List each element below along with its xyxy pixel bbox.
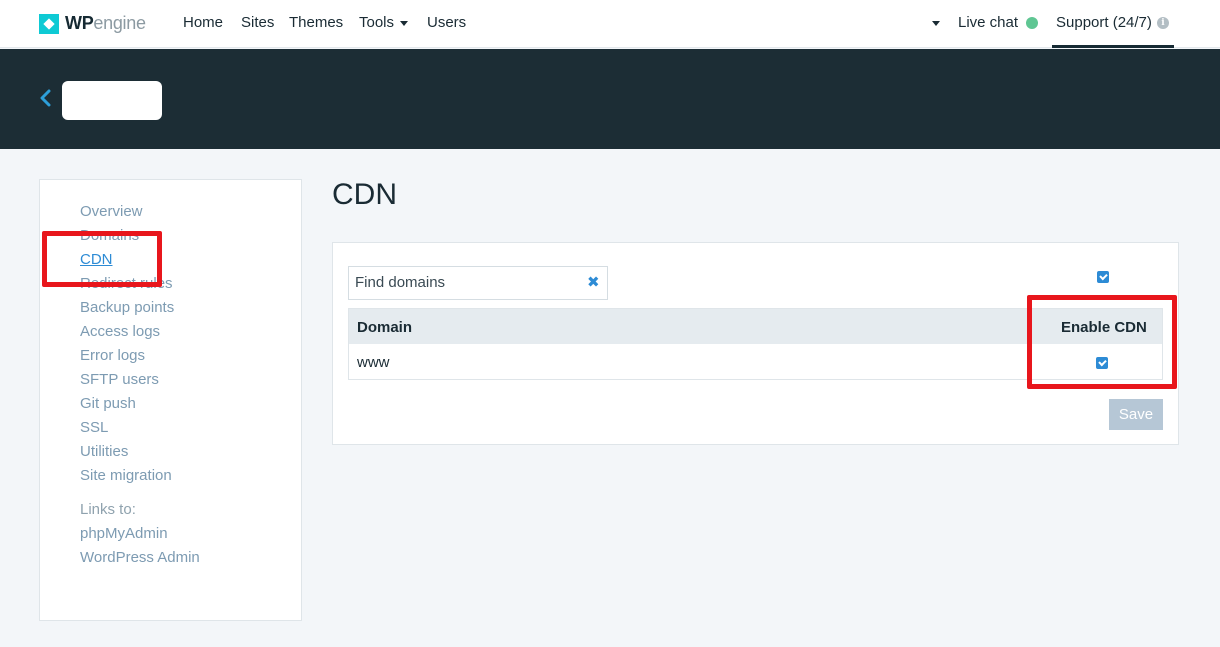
select-all-checkbox[interactable] <box>1097 271 1109 283</box>
nav-users[interactable]: Users <box>427 14 466 31</box>
nav-themes[interactable]: Themes <box>289 14 343 31</box>
sidebar-item-sftp-users[interactable]: SFTP users <box>80 371 159 388</box>
enable-cdn-highlight-box <box>1027 295 1177 389</box>
sidebar-item-backup-points[interactable]: Backup points <box>80 299 174 316</box>
search-input[interactable] <box>355 274 575 291</box>
account-dropdown-caret-icon[interactable] <box>932 21 940 26</box>
sidebar-item-access-logs[interactable]: Access logs <box>80 323 160 340</box>
logo-text: WPengine <box>65 13 146 33</box>
caret-down-icon <box>400 20 409 26</box>
page-title: CDN <box>332 178 397 211</box>
support-link[interactable]: Support (24/7) <box>1056 14 1152 31</box>
live-chat-link[interactable]: Live chat <box>958 14 1018 31</box>
active-nav-underline <box>1052 45 1174 48</box>
chevron-left-icon[interactable] <box>38 89 52 107</box>
column-header-domain: Domain <box>357 319 413 336</box>
site-name-redaction <box>62 81 162 120</box>
save-button[interactable]: Save <box>1109 399 1163 430</box>
close-icon[interactable]: ✖ <box>587 275 600 291</box>
nav-tools[interactable]: Tools <box>359 14 409 31</box>
site-header <box>0 49 1220 149</box>
wpengine-logo[interactable]: WPengine <box>39 13 146 34</box>
sidebar-link-wordpress-admin[interactable]: WordPress Admin <box>80 549 200 566</box>
nav-tools-label: Tools <box>359 14 395 31</box>
sidebar-item-git-push[interactable]: Git push <box>80 395 136 412</box>
links-to-label: Links to: <box>80 501 136 518</box>
logo-mark-icon <box>39 13 59 34</box>
sidebar-link-phpmyadmin[interactable]: phpMyAdmin <box>80 525 168 542</box>
sidebar-item-site-migration[interactable]: Site migration <box>80 467 172 484</box>
info-icon[interactable]: i <box>1157 17 1169 29</box>
nav-sites[interactable]: Sites <box>241 14 274 31</box>
sidebar-item-utilities[interactable]: Utilities <box>80 443 128 460</box>
domain-cell: www <box>357 354 390 371</box>
sidebar-item-error-logs[interactable]: Error logs <box>80 347 145 364</box>
sidebar-item-ssl[interactable]: SSL <box>80 419 108 436</box>
cdn-highlight-box <box>42 231 162 287</box>
live-status-dot-icon <box>1026 17 1038 29</box>
sidebar-item-overview[interactable]: Overview <box>80 203 143 220</box>
search-field[interactable]: ✖ <box>348 266 608 300</box>
top-nav: WPengine Home Sites Themes Tools Users L… <box>0 0 1220 48</box>
nav-home[interactable]: Home <box>183 14 223 31</box>
